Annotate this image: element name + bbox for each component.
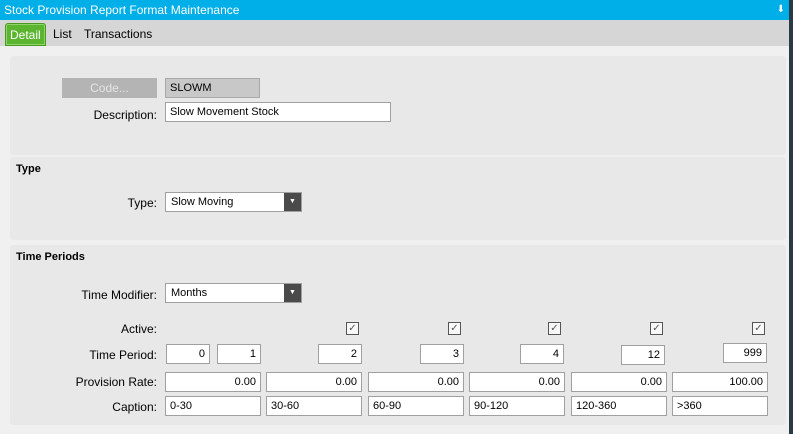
start-period-field[interactable]: 0 bbox=[166, 344, 210, 364]
time-modifier-label: Time Modifier: bbox=[81, 288, 157, 302]
chevron-down-icon[interactable]: ▼ bbox=[284, 193, 301, 211]
time-period-field[interactable]: 2 bbox=[318, 344, 362, 364]
header-panel bbox=[10, 56, 786, 155]
type-label: Type: bbox=[127, 196, 157, 210]
tab-list[interactable]: List bbox=[49, 23, 76, 46]
active-checkbox[interactable]: ✓ bbox=[548, 322, 561, 335]
active-checkbox[interactable]: ✓ bbox=[448, 322, 461, 335]
time-modifier-value: Months bbox=[171, 287, 208, 299]
provision-rate-field[interactable]: 0.00 bbox=[266, 372, 362, 392]
provision-rate-field[interactable]: 0.00 bbox=[165, 372, 261, 392]
provision-rate-field[interactable]: 0.00 bbox=[469, 372, 565, 392]
provision-rate-field[interactable]: 0.00 bbox=[368, 372, 464, 392]
caption-field[interactable]: 120-360 bbox=[571, 396, 667, 416]
chevron-down-icon[interactable]: ▼ bbox=[284, 284, 301, 302]
caption-field[interactable]: 90-120 bbox=[469, 396, 565, 416]
time-period-field[interactable]: 999 bbox=[723, 343, 767, 363]
time-period-field[interactable]: 12 bbox=[621, 345, 665, 365]
description-label: Description: bbox=[93, 108, 157, 122]
pin-icon[interactable]: ⬇ bbox=[777, 0, 785, 20]
caption-field[interactable]: 60-90 bbox=[368, 396, 464, 416]
caption-label: Caption: bbox=[112, 400, 157, 414]
caption-field[interactable]: >360 bbox=[672, 396, 768, 416]
time-period-field[interactable]: 4 bbox=[520, 344, 564, 364]
provision-rate-label: Provision Rate: bbox=[75, 375, 157, 389]
type-value: Slow Moving bbox=[171, 196, 234, 208]
code-field[interactable]: SLOWM bbox=[165, 78, 260, 98]
active-checkbox[interactable]: ✓ bbox=[650, 322, 663, 335]
active-checkbox[interactable]: ✓ bbox=[346, 322, 359, 335]
provision-rate-field[interactable]: 0.00 bbox=[571, 372, 667, 392]
tab-bar: Detail List Transactions bbox=[0, 20, 789, 46]
window-title: Stock Provision Report Format Maintenanc… bbox=[0, 0, 793, 20]
time-period-field[interactable]: 1 bbox=[217, 344, 261, 364]
tab-transactions[interactable]: Transactions bbox=[80, 23, 156, 46]
tab-detail[interactable]: Detail bbox=[5, 23, 46, 46]
type-section-title: Type bbox=[16, 163, 41, 175]
window-border bbox=[789, 0, 793, 434]
caption-field[interactable]: 30-60 bbox=[266, 396, 362, 416]
caption-field[interactable]: 0-30 bbox=[165, 396, 261, 416]
time-period-field[interactable]: 3 bbox=[420, 344, 464, 364]
time-periods-title: Time Periods bbox=[16, 251, 85, 263]
active-label: Active: bbox=[120, 322, 157, 336]
type-select[interactable]: Slow Moving ▼ bbox=[165, 192, 302, 212]
description-field[interactable]: Slow Movement Stock bbox=[165, 102, 391, 122]
active-checkbox[interactable]: ✓ bbox=[752, 322, 765, 335]
provision-rate-field[interactable]: 100.00 bbox=[672, 372, 768, 392]
time-period-label: Time Period: bbox=[89, 348, 157, 362]
time-modifier-select[interactable]: Months ▼ bbox=[165, 283, 302, 303]
code-button[interactable]: Code... bbox=[62, 78, 157, 98]
